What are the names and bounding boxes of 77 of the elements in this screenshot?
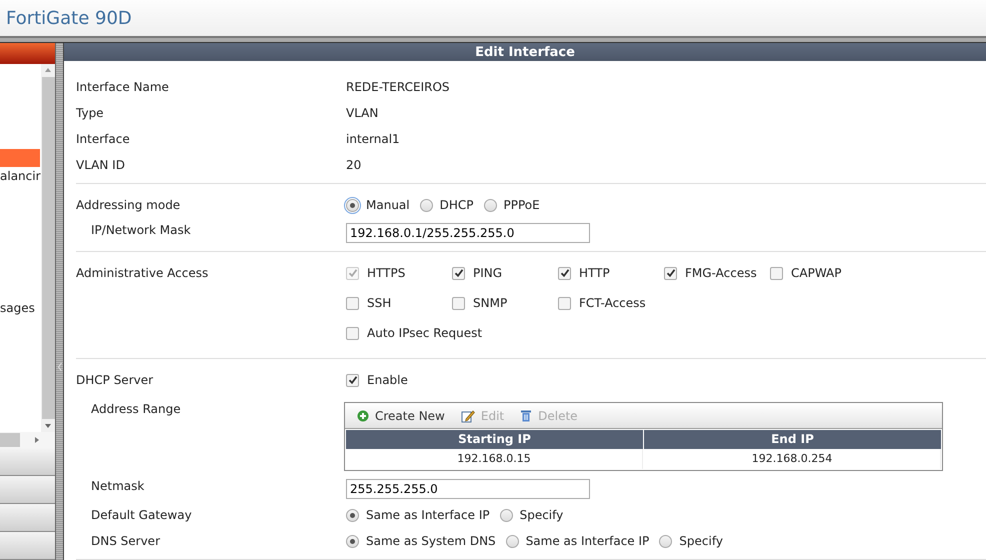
radio-label: PPPoE: [504, 198, 540, 212]
collapse-icon[interactable]: [58, 362, 62, 370]
checkbox[interactable]: [558, 266, 571, 280]
sidebar-item[interactable]: sages: [0, 299, 41, 317]
field-label: Netmask: [91, 479, 144, 493]
checkbox[interactable]: [452, 296, 465, 310]
checkbox[interactable]: [346, 296, 359, 310]
field-value: VLAN: [346, 106, 378, 120]
field-label: DHCP Server: [76, 373, 154, 387]
radio-button[interactable]: [420, 198, 433, 212]
panel-title: Edit Interface: [475, 44, 575, 60]
radio-button[interactable]: [346, 198, 359, 212]
radio-button[interactable]: [346, 534, 359, 548]
scroll-up-icon[interactable]: [44, 67, 52, 73]
radio-button[interactable]: [506, 534, 519, 548]
accordion-bar[interactable]: [0, 476, 55, 504]
sidebar-item[interactable]: alancir: [0, 167, 41, 185]
field-label: DNS Server: [91, 534, 160, 548]
input-field[interactable]: 255.255.255.0: [346, 479, 590, 499]
input-field[interactable]: 192.168.0.1/255.255.255.0: [346, 223, 590, 243]
checkbox-label: SSH: [367, 296, 392, 310]
sidebar-header: [0, 43, 55, 64]
radio-label: Same as Interface IP: [526, 534, 650, 548]
checkbox-label: FCT-Access: [579, 296, 646, 310]
radio-label: DHCP: [440, 198, 474, 212]
radio-label: Same as Interface IP: [366, 508, 490, 522]
field-label: Addressing mode: [76, 198, 180, 212]
field-label: Administrative Access: [76, 266, 208, 280]
scroll-right-icon[interactable]: [34, 436, 40, 444]
field-label: Default Gateway: [91, 508, 192, 522]
checkbox-label: Auto IPsec Request: [367, 326, 482, 340]
checkbox-label: HTTP: [579, 266, 610, 280]
field-value: 20: [346, 158, 362, 172]
field-label: VLAN ID: [76, 158, 125, 172]
checkbox-label: Enable: [367, 373, 408, 387]
checkbox[interactable]: [770, 266, 783, 280]
field-label: Interface: [76, 132, 130, 146]
checkbox[interactable]: [346, 374, 359, 386]
checkbox[interactable]: [452, 266, 465, 280]
checkbox-label: FMG-Access: [685, 266, 757, 280]
radio-button[interactable]: [484, 198, 496, 212]
plus-circle-icon: [357, 410, 369, 422]
field-value: internal1: [346, 132, 400, 146]
trash-icon: [520, 409, 532, 422]
scrollbar[interactable]: [41, 64, 55, 432]
field-label: Interface Name: [76, 80, 169, 94]
radio-button[interactable]: [346, 508, 359, 522]
field-label: Address Range: [91, 402, 181, 416]
radio-label: Same as System DNS: [366, 534, 496, 548]
accordion-bar[interactable]: [0, 504, 55, 532]
checkbox-label: CAPWAP: [791, 266, 842, 280]
radio-button[interactable]: [659, 534, 672, 548]
splitter[interactable]: [55, 43, 64, 560]
field-value: REDE-TERCEIROS: [346, 80, 450, 94]
radio-label: Specify: [679, 534, 723, 548]
table-cell: 192.168.0.254: [644, 449, 941, 469]
column-header[interactable]: Starting IP: [346, 430, 643, 449]
column-header[interactable]: End IP: [644, 430, 941, 449]
radio-label: Specify: [520, 508, 564, 522]
accordion-bar[interactable]: [0, 448, 55, 476]
checkbox[interactable]: [558, 296, 571, 310]
horizontal-scrollbar[interactable]: [0, 432, 55, 448]
toolbar-button[interactable]: Create New: [355, 408, 451, 422]
table-cell: 192.168.0.15: [346, 449, 643, 469]
checkbox-label: SNMP: [473, 296, 508, 310]
scroll-down-icon[interactable]: [44, 423, 52, 429]
checkbox[interactable]: [664, 266, 677, 280]
checkbox-label: PING: [473, 266, 502, 280]
pencil-icon: [460, 408, 475, 422]
radio-label: Manual: [366, 198, 410, 212]
radio-button[interactable]: [500, 508, 513, 522]
checkbox-label: HTTPS: [367, 266, 406, 280]
checkbox[interactable]: [346, 326, 359, 340]
accordion-bar[interactable]: [0, 532, 55, 560]
field-label: Type: [76, 106, 104, 120]
app-title: FortiGate 90D: [6, 8, 132, 28]
field-label: IP/Network Mask: [91, 223, 191, 237]
